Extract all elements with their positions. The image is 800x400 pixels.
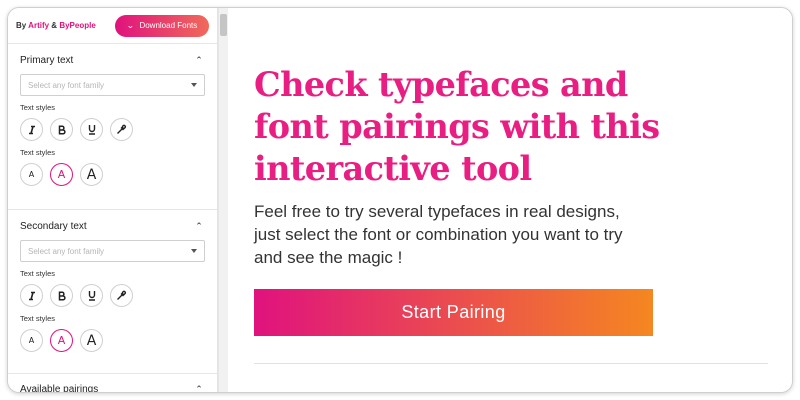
color-picker-button[interactable] (110, 118, 133, 141)
download-fonts-button[interactable]: ⌄ Download Fonts (115, 14, 209, 37)
italic-icon (28, 291, 35, 300)
bold-icon (58, 124, 66, 135)
secondary-font-select[interactable]: Select any font family (20, 240, 205, 262)
available-pairings-header[interactable]: Available pairings ⌃ (20, 374, 205, 393)
secondary-text-styles-label: Text styles (20, 269, 56, 278)
secondary-text-title: Secondary text (20, 220, 87, 232)
bold-button[interactable] (50, 118, 73, 141)
chevron-up-icon[interactable]: ⌃ (193, 383, 205, 392)
scrollbar-thumb[interactable] (220, 14, 227, 36)
secondary-style-buttons (20, 284, 205, 307)
secondary-size-buttons: A A A (20, 329, 205, 352)
brand-amp: & (51, 21, 58, 30)
primary-text-section: Primary text ⌃ Select any font family Te… (8, 44, 217, 210)
primary-size-buttons: A A A (20, 163, 205, 186)
underline-button[interactable] (80, 118, 103, 141)
sidebar-scrollbar[interactable] (218, 8, 228, 392)
app-window: By Artify & ByPeople ⌄ Download Fonts Pr… (7, 7, 793, 393)
primary-font-select[interactable]: Select any font family (20, 74, 205, 96)
dropdown-arrow-icon (191, 83, 197, 87)
size-medium-button[interactable]: A (50, 329, 73, 352)
brand-by: By (16, 21, 27, 30)
brand-credit: By Artify & ByPeople (16, 21, 96, 30)
hero-headline: Check typefaces and font pairings with t… (254, 65, 660, 188)
secondary-text-section: Secondary text ⌃ Select any font family … (8, 210, 217, 374)
chevron-up-icon[interactable]: ⌃ (193, 220, 205, 232)
download-fonts-label: Download Fonts (139, 21, 198, 30)
primary-font-placeholder: Select any font family (28, 80, 105, 90)
underline-icon (88, 125, 95, 135)
chevron-up-icon[interactable]: ⌃ (193, 54, 205, 66)
secondary-text-header[interactable]: Secondary text ⌃ (20, 210, 205, 238)
size-large-button[interactable]: A (80, 329, 103, 352)
dropdown-arrow-icon (191, 249, 197, 253)
eyedropper-icon (117, 124, 126, 134)
available-pairings-title: Available pairings (20, 383, 99, 393)
bold-button[interactable] (50, 284, 73, 307)
main-content: Check typefaces and font pairings with t… (228, 8, 792, 392)
primary-style-buttons (20, 118, 205, 141)
italic-button[interactable] (20, 284, 43, 307)
brand-bypeople-link[interactable]: ByPeople (59, 21, 95, 30)
available-pairings-section: Available pairings ⌃ (8, 374, 217, 393)
sidebar: By Artify & ByPeople ⌄ Download Fonts Pr… (8, 8, 218, 393)
size-small-button[interactable]: A (20, 163, 43, 186)
sidebar-topbar: By Artify & ByPeople ⌄ Download Fonts (8, 8, 217, 44)
primary-text-header[interactable]: Primary text ⌃ (20, 44, 205, 72)
bold-icon (58, 290, 66, 301)
brand-artify-link[interactable]: Artify (28, 21, 49, 30)
primary-text-title: Primary text (20, 54, 74, 66)
size-medium-button[interactable]: A (50, 163, 73, 186)
underline-icon (88, 291, 95, 301)
italic-icon (28, 125, 35, 134)
color-picker-button[interactable] (110, 284, 133, 307)
secondary-size-label: Text styles (20, 314, 56, 323)
divider (254, 363, 768, 364)
secondary-font-placeholder: Select any font family (28, 246, 105, 256)
size-small-button[interactable]: A (20, 329, 43, 352)
eyedropper-icon (117, 290, 126, 300)
hero-subtext: Feel free to try several typefaces in re… (254, 202, 623, 267)
primary-text-styles-label: Text styles (20, 103, 56, 112)
size-large-button[interactable]: A (80, 163, 103, 186)
start-pairing-button[interactable]: Start Pairing (254, 289, 653, 336)
italic-button[interactable] (20, 118, 43, 141)
chevron-down-icon: ⌄ (126, 21, 135, 30)
underline-button[interactable] (80, 284, 103, 307)
primary-size-label: Text styles (20, 148, 56, 157)
